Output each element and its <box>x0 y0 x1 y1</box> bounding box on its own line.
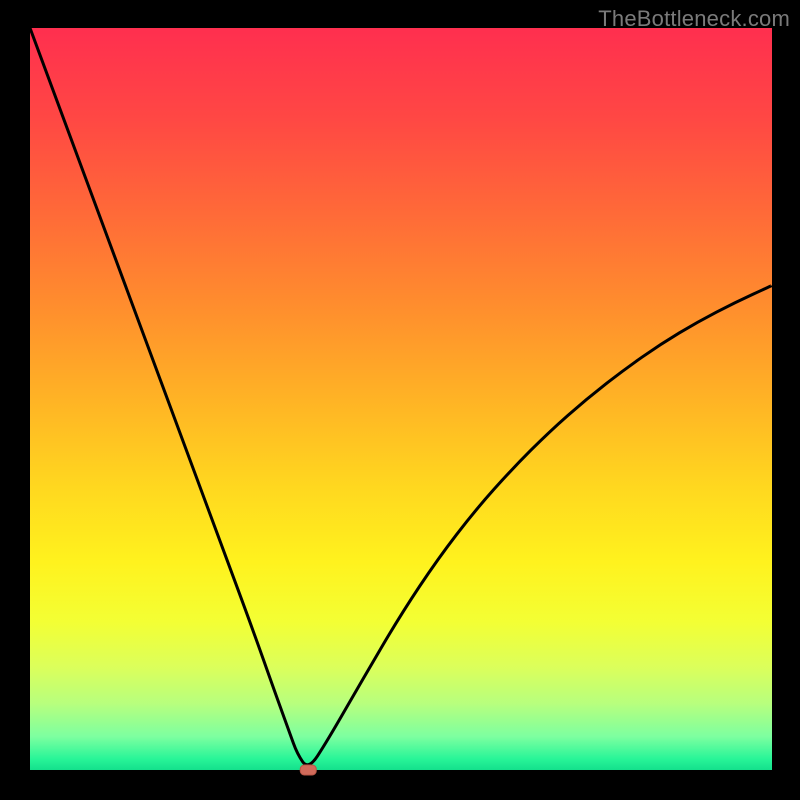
optimal-point-marker <box>300 765 316 775</box>
chart-container: TheBottleneck.com <box>0 0 800 800</box>
bottleneck-chart <box>0 0 800 800</box>
plot-area-gradient <box>30 28 772 770</box>
